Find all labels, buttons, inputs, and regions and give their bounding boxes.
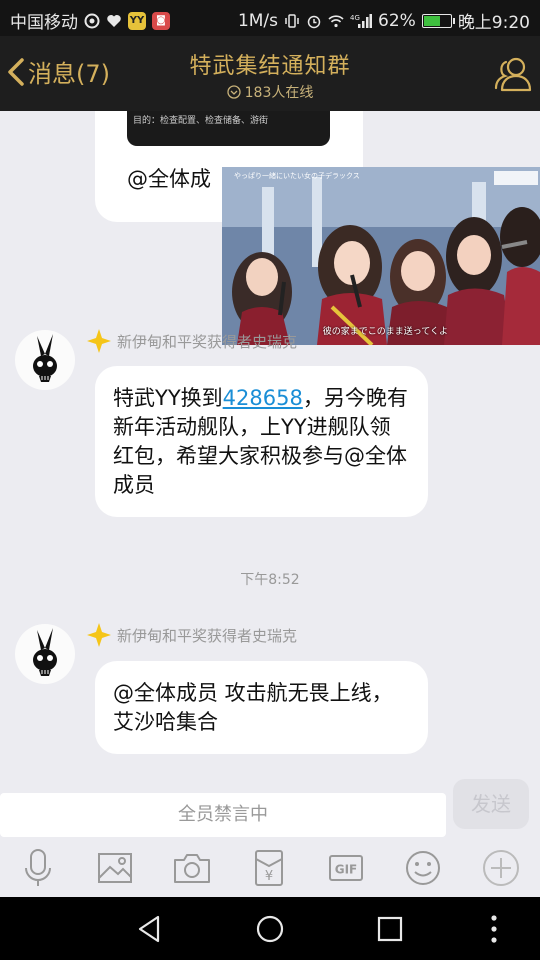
avatar[interactable] [15,624,75,684]
wifi-icon [328,14,344,27]
camera-icon[interactable] [172,848,212,888]
video-top-caption: やっぱり一緒にいたい女の子デラックス [234,172,360,180]
alarm-icon [307,15,321,28]
shared-card-text: 目的：检查配置、检查储备、游街 [133,116,269,126]
online-count[interactable]: 183人在线 [0,82,540,102]
avatar[interactable] [15,330,75,390]
yy-channel-link[interactable]: 428658 [223,386,303,410]
hd-icon [84,13,100,28]
network-speed: 1M/s [237,10,279,31]
emoji-icon[interactable] [403,848,443,888]
chat-header: 消息(7) 特武集结通知群 183人在线 [0,36,540,111]
shared-card[interactable]: 目的：检查配置、检查储备、游街 [127,111,330,146]
input-bar: 全员禁言中 发送 [0,777,540,839]
svg-text:4G: 4G [350,14,360,22]
vibrate-icon [285,13,299,28]
sender-name: 新伊甸和平奖获得者史瑞克 [117,332,298,351]
message-bubble[interactable]: 特武YY换到428658，另今晚有新年活动舰队，上YY进舰队领红包，希望大家积极… [95,366,428,517]
online-count-label: 183人在线 [244,85,314,101]
message-text: 特武YY换到428658，另今晚有新年活动舰队，上YY进舰队领红包，希望大家积极… [95,366,428,518]
send-button[interactable]: 发送 [453,779,529,829]
message-text: @全体成 [127,167,211,191]
heart-icon [107,14,121,27]
yy-app-icon: YY [128,11,146,30]
skull-bunny-avatar-icon [33,334,57,382]
home-nav-icon[interactable] [254,913,286,945]
battery-icon [421,13,455,28]
navigation-bar [0,897,540,960]
more-menu-icon[interactable] [478,913,510,945]
chat-area[interactable]: 目的：检查配置、检查储备、游街 @全体成 やっぱり一緒にいたい女の子デラックス … [0,111,540,792]
back-nav-icon[interactable] [134,913,166,945]
message-bubble[interactable]: @全体成员 攻击航无畏上线，艾沙哈集合 [95,661,428,754]
sender-row: 新伊甸和平奖获得者史瑞克 [87,329,297,353]
concert-photo [222,167,540,345]
microphone-icon[interactable] [18,848,58,888]
gif-icon[interactable]: GIF [326,848,366,888]
input-toolbar: ¥ GIF [0,839,540,897]
plus-icon[interactable] [481,848,521,888]
battery-fill [423,15,440,26]
clock: 晚上9:20 [457,13,530,33]
group-title[interactable]: 特武集结通知群 [0,48,540,80]
app-notification-icon: ◙ [152,11,170,30]
image-icon[interactable] [95,848,135,888]
chevron-down-circle-icon [226,85,241,99]
red-packet-symbol: ¥ [265,869,273,884]
video-image[interactable]: やっぱり一緒にいたい女の子デラックス 彼の家までこのまま送ってくよ [222,167,540,345]
message-text: @全体成员 攻击航无畏上线，艾沙哈集合 [113,681,393,734]
status-bar: 中国移动 YY ◙ 1M/s 4G 62% 晚上9:20 [0,0,540,36]
signal-icon: 4G [350,13,373,28]
battery-percent: 62% [378,10,416,31]
recents-nav-icon[interactable] [374,913,406,945]
message-text-part: 特武YY换到 [113,386,223,410]
skull-bunny-avatar-icon [33,628,57,676]
video-subtitle: 彼の家までこのまま送ってくよ [322,327,448,337]
sender-row: 新伊甸和平奖获得者史瑞克 [87,623,297,647]
carrier-name: 中国移动 [10,13,78,33]
muted-input-field[interactable]: 全员禁言中 [0,793,446,837]
star-badge-icon [87,329,111,353]
time-divider: 下午8:52 [240,572,300,588]
star-badge-icon [87,623,111,647]
gif-label: GIF [335,863,358,877]
sender-name: 新伊甸和平奖获得者史瑞克 [117,626,298,645]
red-packet-icon[interactable]: ¥ [249,848,289,888]
group-members-icon[interactable] [492,54,534,94]
